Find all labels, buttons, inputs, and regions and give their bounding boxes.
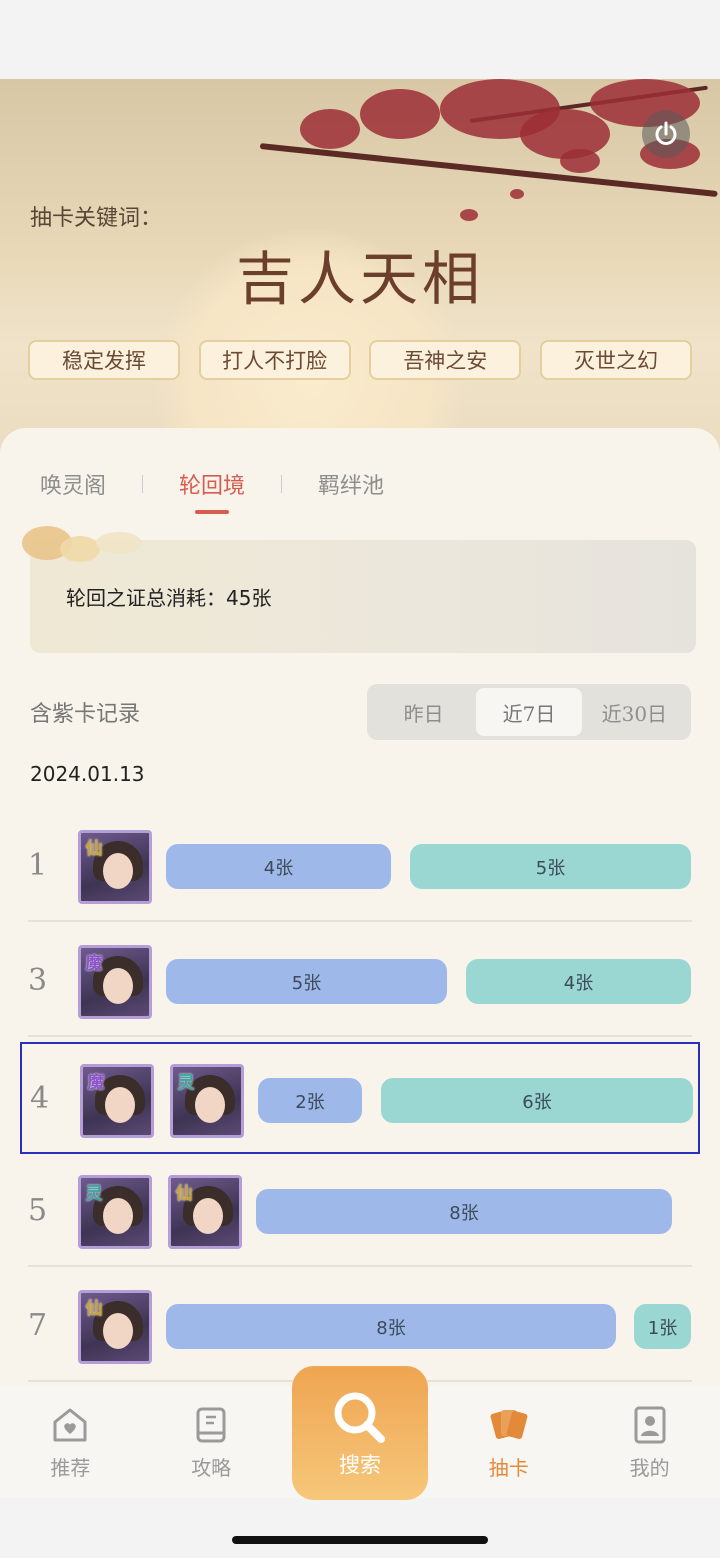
- segment-yesterday[interactable]: 昨日: [371, 688, 476, 736]
- nav-label: 抽卡: [488, 1455, 529, 1480]
- total-consumption-box: 轮回之证总消耗：45张: [22, 526, 696, 653]
- blossom-decoration: [300, 109, 360, 149]
- pool-tabs: 唤灵阁 轮回境 羁绊池: [40, 468, 384, 514]
- keyword-label: 抽卡关键词：: [30, 206, 163, 231]
- tab-divider: [281, 475, 283, 493]
- faction-badge: 灵: [177, 1072, 195, 1093]
- avatar-face: [103, 968, 133, 1004]
- avatar-face: [105, 1087, 135, 1123]
- tab-lunhuijing[interactable]: 轮回境: [179, 468, 245, 514]
- search-button[interactable]: 搜索: [292, 1366, 428, 1500]
- record-row[interactable]: 4 魔 灵 2张 6张: [20, 1042, 700, 1154]
- faction-badge: 仙: [175, 1183, 193, 1204]
- keyword-tags: 稳定发挥 打人不打脸 吾神之安 灭世之幻: [28, 340, 692, 380]
- power-button[interactable]: [642, 110, 690, 158]
- avatar-face: [103, 853, 133, 889]
- row-rank: 4: [30, 1080, 50, 1116]
- flower-decoration: [60, 536, 100, 562]
- nav-label: 攻略: [191, 1455, 232, 1480]
- keyword-title: 吉人天相: [235, 245, 484, 313]
- flower-decoration: [96, 532, 142, 554]
- home-heart-icon: [53, 1408, 87, 1441]
- card-count-bar: 8张: [166, 1304, 616, 1349]
- character-avatar[interactable]: 仙: [78, 1290, 152, 1364]
- card-count-bar: 5张: [166, 959, 447, 1004]
- nav-item-mine[interactable]: 我的: [590, 1404, 710, 1481]
- blossom-decoration: [360, 89, 440, 139]
- keyword-tag[interactable]: 稳定发挥: [28, 340, 180, 380]
- nav-item-guide[interactable]: 攻略: [151, 1404, 271, 1481]
- search-icon: [334, 1392, 385, 1443]
- card-count-bar: 5张: [410, 844, 691, 889]
- nav-item-recommend[interactable]: 推荐: [10, 1404, 130, 1481]
- faction-badge: 魔: [85, 953, 103, 974]
- record-row[interactable]: 1 仙 4张 5张: [28, 810, 692, 922]
- nav-item-draw[interactable]: 抽卡: [449, 1404, 569, 1481]
- faction-badge: 仙: [85, 1298, 103, 1319]
- card-count-bar: 1张: [634, 1304, 691, 1349]
- petal-decoration: [510, 189, 524, 199]
- faction-badge: 灵: [85, 1183, 103, 1204]
- nav-label: 我的: [629, 1455, 670, 1480]
- record-date: 2024.01.13: [30, 762, 145, 786]
- avatar-face: [193, 1198, 223, 1234]
- character-avatar[interactable]: 魔: [78, 945, 152, 1019]
- record-row[interactable]: 5 灵 仙 8张: [28, 1155, 692, 1267]
- card-count-bar: 4张: [466, 959, 691, 1004]
- book-icon: [196, 1407, 226, 1442]
- profile-icon: [634, 1406, 666, 1443]
- row-rank: 7: [28, 1307, 48, 1343]
- record-row[interactable]: 3 魔 5张 4张: [28, 925, 692, 1037]
- row-rank: 3: [28, 962, 48, 998]
- keyword-tag[interactable]: 灭世之幻: [539, 340, 692, 380]
- search-label: 搜索: [339, 1453, 381, 1477]
- keyword-tag[interactable]: 吾神之安: [369, 340, 522, 380]
- petal-decoration: [460, 209, 478, 221]
- range-segmented-control: 昨日 近7日 近30日: [367, 684, 691, 740]
- card-count-bar: 6张: [381, 1078, 693, 1123]
- record-title: 含紫卡记录: [30, 702, 141, 727]
- avatar-face: [103, 1313, 133, 1349]
- tab-huanlingge[interactable]: 唤灵阁: [40, 468, 106, 500]
- character-avatar[interactable]: 灵: [78, 1175, 152, 1249]
- character-avatar[interactable]: 灵: [170, 1064, 244, 1138]
- nav-label: 推荐: [50, 1455, 91, 1480]
- character-avatar[interactable]: 仙: [168, 1175, 242, 1249]
- row-rank: 1: [28, 847, 48, 883]
- faction-badge: 仙: [85, 838, 103, 859]
- total-consumption-text: 轮回之证总消耗：45张: [66, 586, 272, 610]
- faction-badge: 魔: [87, 1072, 105, 1093]
- power-icon: [655, 121, 677, 145]
- tab-divider: [142, 475, 144, 493]
- card-count-bar: 4张: [166, 844, 391, 889]
- character-avatar[interactable]: 仙: [78, 830, 152, 904]
- tab-jibanchi[interactable]: 羁绊池: [318, 468, 384, 500]
- home-indicator: [232, 1536, 488, 1544]
- keyword-tag[interactable]: 打人不打脸: [198, 340, 351, 380]
- avatar-face: [195, 1087, 225, 1123]
- blossom-decoration: [560, 149, 600, 173]
- character-avatar[interactable]: 魔: [80, 1064, 154, 1138]
- segment-7days[interactable]: 近7日: [476, 688, 582, 736]
- row-rank: 5: [28, 1192, 48, 1228]
- card-count-bar: 2张: [258, 1078, 362, 1123]
- segment-30days[interactable]: 近30日: [582, 688, 687, 736]
- cards-icon: [490, 1409, 528, 1439]
- record-header: 含紫卡记录 昨日 近7日 近30日: [30, 684, 691, 740]
- card-count-bar: 8张: [256, 1189, 672, 1234]
- avatar-face: [103, 1198, 133, 1234]
